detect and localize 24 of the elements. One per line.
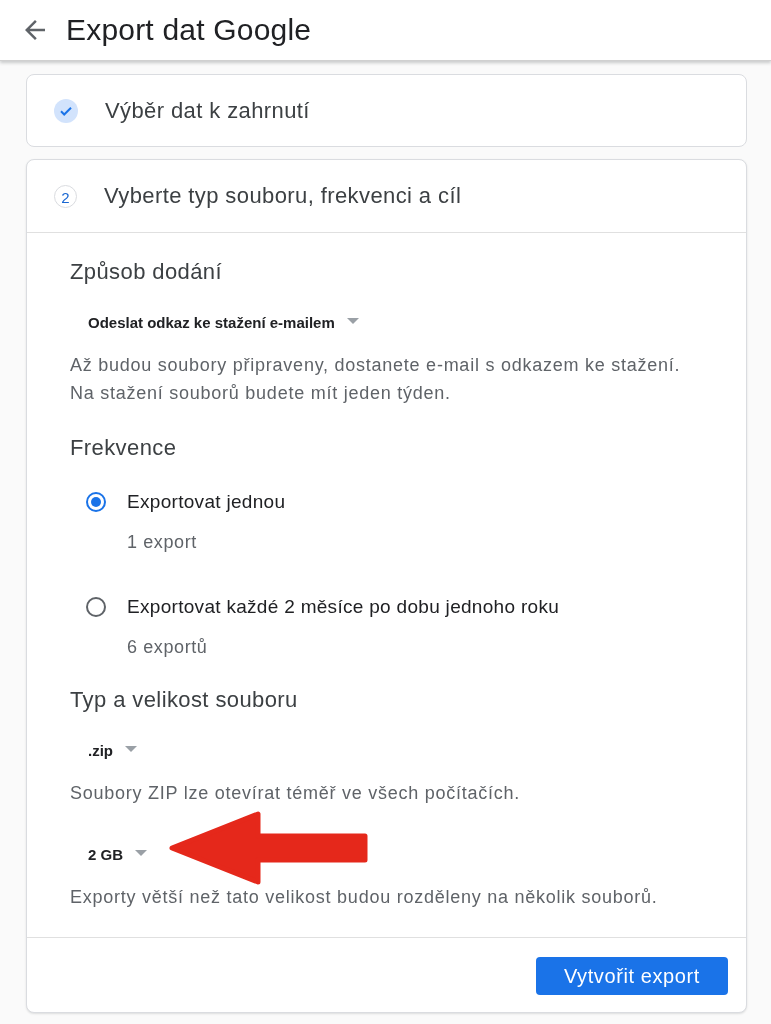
dropdown[interactable]: 2 GB [70,836,147,872]
option-detail: 1 export [126,531,198,554]
help-text: Až budou soubory připraveny, dostanete e-mail s odkazem ke stažení. Na stažení souborů budete mít jeden týden. [70,354,682,405]
caret-icon [125,745,137,752]
radio-checked-icon[interactable] [86,492,106,512]
section-heading: Způsob dodání [70,259,223,285]
step-title[interactable]: Vyberte typ souboru, frekvenci a cíl [104,183,462,209]
check-icon [54,98,78,123]
section-heading: Frekvence [70,435,178,461]
page-title: Export dat Google [66,13,312,47]
help-text: Soubory ZIP lze otevírat téměř ve všech počítačích. [70,782,522,805]
back-icon[interactable] [25,20,45,40]
radio-option[interactable]: Exportovat jednou [70,488,726,516]
step-title[interactable]: Výběr dat k zahrnutí [105,97,310,124]
help-text: Exporty větší než tato velikost budou rozděleny na několik souborů. [70,886,659,909]
create-export-button[interactable]: Vytvořit export [535,957,728,995]
dropdown[interactable]: .zip [70,732,137,768]
radio-option[interactable]: Exportovat každé 2 měsíce po dobu jednoho roku [70,593,726,621]
section-heading: Typ a velikost souboru [70,687,299,713]
radio-unchecked-icon[interactable] [86,597,106,617]
caret-icon [346,317,359,324]
dropdown[interactable]: Odeslat odkaz ke stažení e-mailem [70,304,359,340]
caret-icon [135,849,147,856]
option-detail: 6 exportů [126,636,209,659]
